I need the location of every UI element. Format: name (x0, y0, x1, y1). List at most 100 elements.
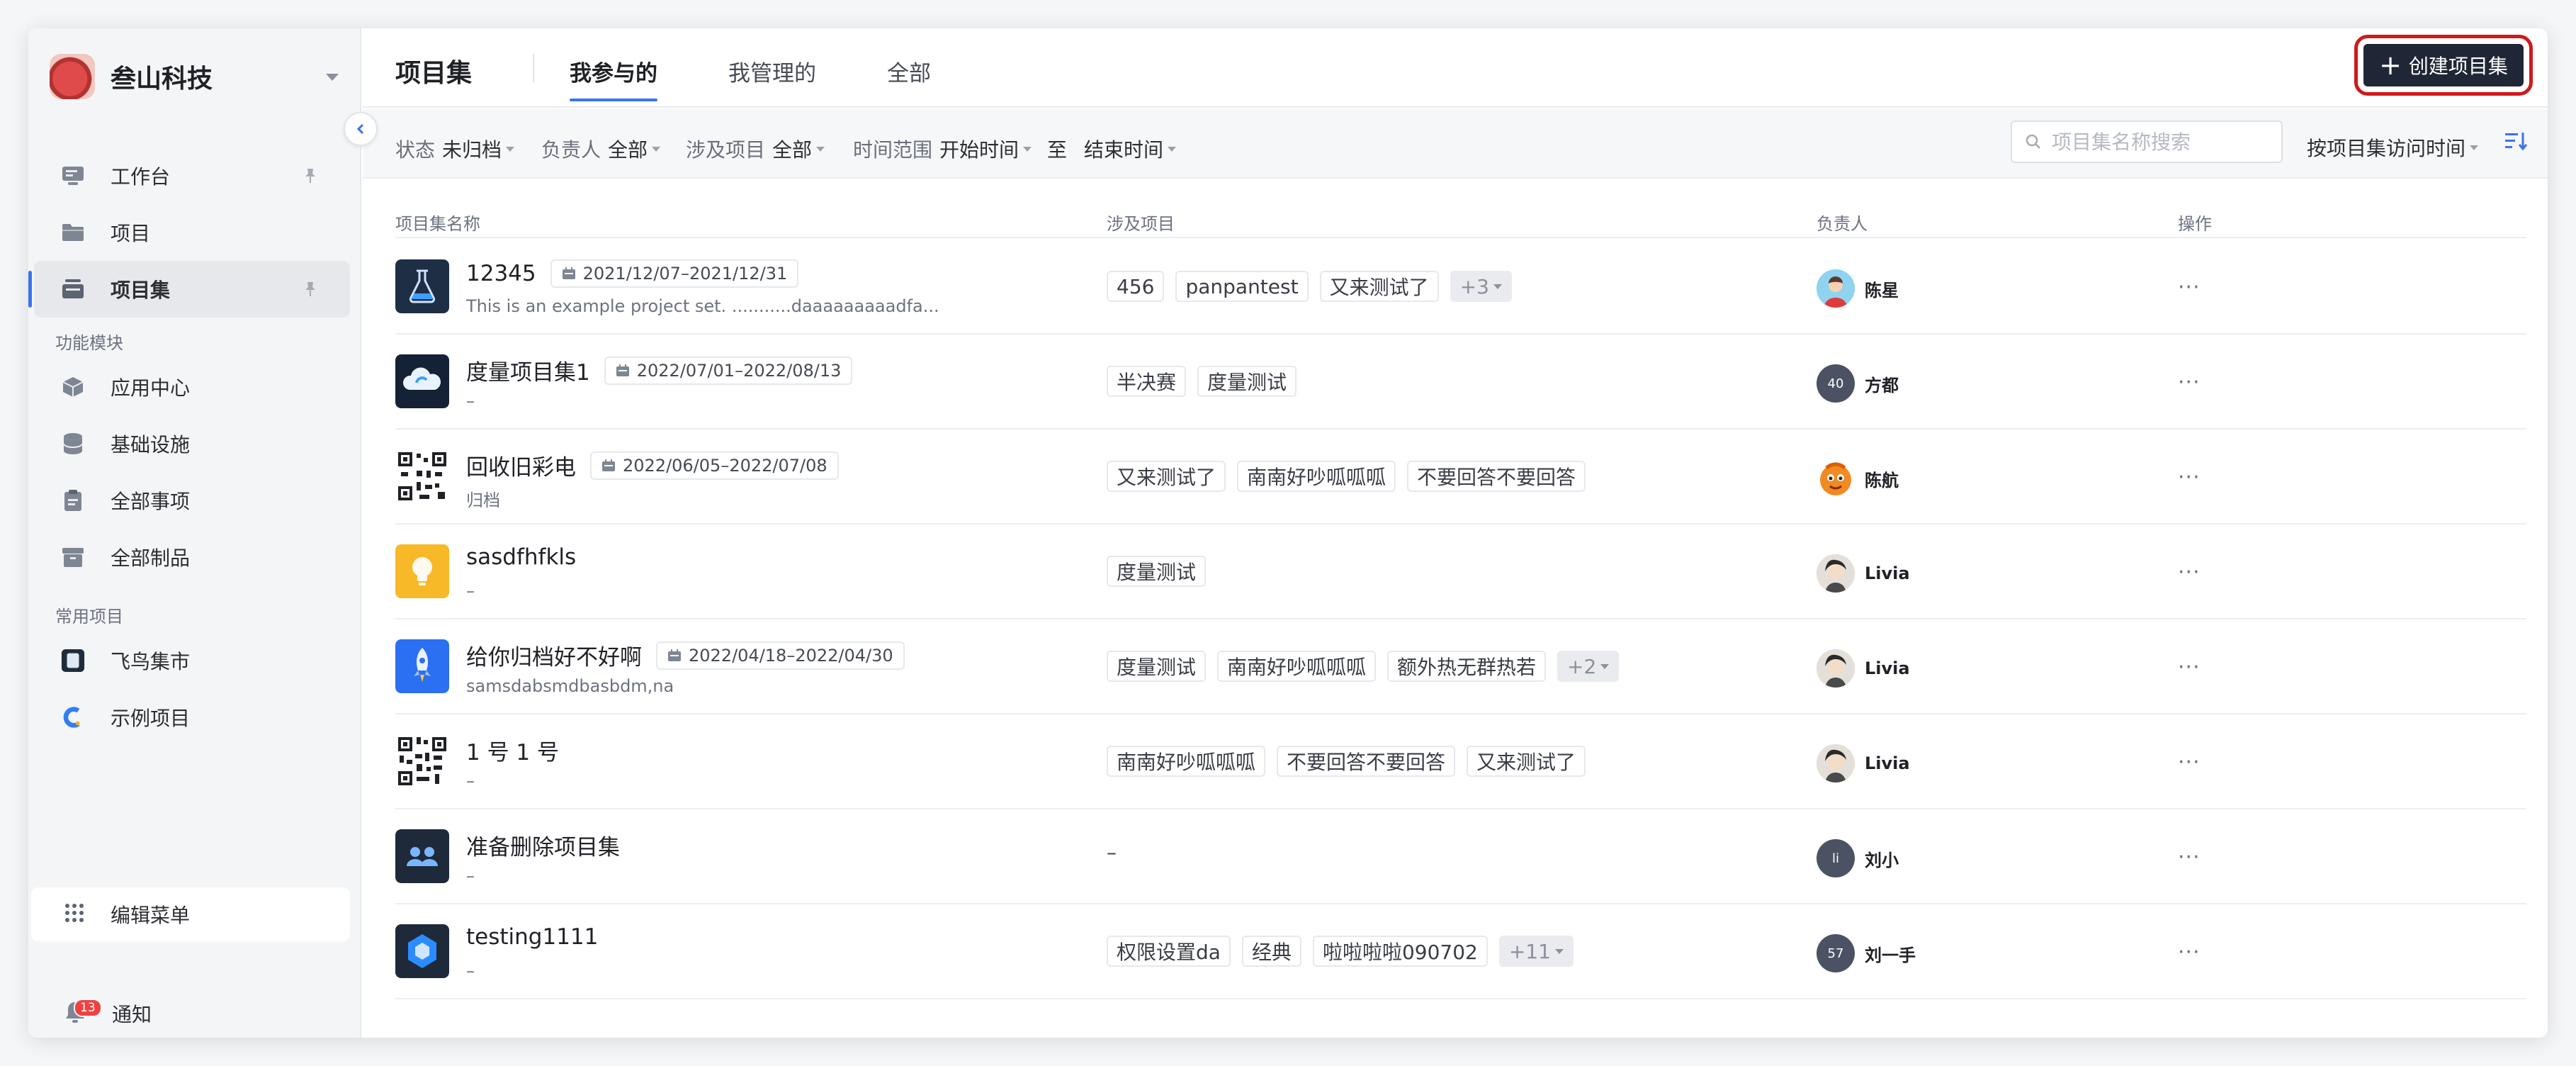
project-tag[interactable]: 经典 (1241, 936, 1301, 967)
owner-name: Livia (1865, 563, 1910, 583)
project-set-name[interactable]: 给你归档好不好啊 2022/04/18–2022/04/30 (466, 639, 905, 671)
more-actions-button[interactable]: ··· (2178, 560, 2201, 585)
cloud-icon (395, 354, 449, 408)
sidebar-item-project-feiniao[interactable]: 飞鸟集市 (34, 632, 350, 689)
more-actions-button[interactable]: ··· (2178, 465, 2201, 490)
table-row[interactable]: 准备删除项目集 – – li 刘小 ··· (395, 809, 2526, 904)
project-tag[interactable]: 不要回答不要回答 (1277, 746, 1456, 777)
project-set-name[interactable]: 1 号 1 号 (466, 734, 559, 766)
project-set-name[interactable]: 12345 2021/12/07–2021/12/31 (466, 259, 799, 288)
avatar (1817, 744, 1855, 782)
create-project-set-button[interactable]: + 创建项目集 (2354, 35, 2533, 96)
sidebar-item-label: 应用中心 (111, 376, 191, 400)
project-tag[interactable]: 又来测试了 (1107, 461, 1226, 492)
caret-down-icon (506, 146, 515, 152)
sidebar-item-all-artifacts[interactable]: 全部制品 (34, 529, 350, 585)
project-set-description: – (466, 866, 475, 886)
more-actions-button[interactable]: ··· (2178, 845, 2201, 870)
project-set-name[interactable]: 度量项目集1 2022/07/01–2022/08/13 (466, 354, 853, 386)
table-row[interactable]: testing1111 – 权限设置da 经典 啦啦啦啦090702 +11 5… (395, 904, 2526, 999)
project-tag[interactable]: 南南好吵呱呱呱 (1107, 746, 1266, 777)
project-set-name[interactable]: testing1111 (466, 924, 598, 950)
sidebar-item-app-center[interactable]: 应用中心 (34, 359, 350, 415)
more-projects-tag[interactable]: +2 (1557, 651, 1620, 682)
project-tag[interactable]: 度量测试 (1107, 651, 1207, 682)
end-time-picker[interactable]: 结束时间 (1084, 135, 1163, 163)
notifications-button[interactable]: 13 通知 (64, 992, 152, 1035)
table-row[interactable]: 给你归档好不好啊 2022/04/18–2022/04/30 samsdabsm… (395, 619, 2526, 714)
more-projects-tag[interactable]: +3 (1450, 271, 1512, 302)
edit-menu-button[interactable]: 编辑菜单 (31, 887, 350, 941)
projects-filter[interactable]: 涉及项目 全部 (686, 135, 825, 163)
project-set-name[interactable]: sasdfhfkls (466, 544, 576, 570)
tab-all[interactable]: 全部 (887, 55, 931, 87)
sort-order-icon[interactable] (2504, 130, 2528, 152)
project-tag[interactable]: 权限设置da (1107, 936, 1231, 967)
sidebar-item-label: 全部制品 (111, 546, 191, 570)
name-text: 1 号 1 号 (466, 740, 560, 765)
owner-name: Livia (1865, 658, 1910, 678)
project-tag[interactable]: panpantest (1175, 271, 1309, 302)
date-range-text: 2022/07/01–2022/08/13 (636, 360, 842, 381)
pin-icon[interactable] (302, 281, 319, 298)
search-box[interactable] (2011, 120, 2283, 163)
workspace-switcher[interactable]: 叁山科技 (50, 54, 361, 99)
more-projects-tag[interactable]: +11 (1498, 936, 1574, 967)
project-set-name[interactable]: 准备删除项目集 (466, 829, 620, 861)
search-input[interactable] (2052, 130, 2264, 154)
owner-filter[interactable]: 负责人 全部 (541, 135, 661, 163)
date-range-text: 2022/04/18–2022/04/30 (689, 645, 893, 666)
project-set-description: – (466, 581, 475, 601)
flask-icon (395, 259, 449, 313)
status-filter[interactable]: 状态 未归档 (395, 135, 515, 163)
more-actions-button[interactable]: ··· (2178, 750, 2201, 775)
more-actions-button[interactable]: ··· (2178, 655, 2201, 680)
project-tag[interactable]: 南南好吵呱呱呱 (1237, 461, 1396, 492)
project-set-name[interactable]: 回收旧彩电 2022/06/05–2022/07/08 (466, 449, 839, 481)
sidebar-item-all-issues[interactable]: 全部事项 (34, 472, 350, 529)
sidebar-item-project-sets[interactable]: 项目集 (28, 261, 350, 318)
search-icon (2026, 134, 2040, 149)
owner: Livia (1817, 554, 1910, 593)
project-tag[interactable]: 不要回答不要回答 (1407, 461, 1586, 492)
caret-down-icon (1554, 948, 1564, 954)
pin-icon[interactable] (302, 167, 319, 184)
table-row[interactable]: 度量项目集1 2022/07/01–2022/08/13 – 半决赛 度量测试 … (395, 335, 2526, 430)
sidebar-item-workbench[interactable]: 工作台 (34, 147, 350, 204)
column-header-actions: 操作 (2178, 214, 2212, 234)
team-icon (395, 829, 449, 883)
section-label-modules: 功能模块 (55, 333, 123, 353)
project-tag[interactable]: 度量测试 (1107, 556, 1207, 587)
project-tag[interactable]: 又来测试了 (1467, 746, 1586, 777)
sidebar-item-projects[interactable]: 项目 (34, 204, 350, 261)
sidebar-item-project-example[interactable]: 示例项目 (34, 689, 350, 746)
project-tag[interactable]: 啦啦啦啦090702 (1312, 936, 1488, 967)
project-tag[interactable]: 南南好吵呱呱呱 (1217, 651, 1377, 682)
grid-icon (64, 902, 85, 926)
more-actions-button[interactable]: ··· (2178, 940, 2201, 965)
page-title: 项目集 (395, 59, 473, 88)
start-time-picker[interactable]: 开始时间 (939, 135, 1019, 163)
project-tag[interactable]: 额外热无群热若 (1387, 651, 1547, 682)
table-row[interactable]: 12345 2021/12/07–2021/12/31 This is an e… (395, 240, 2526, 335)
project-tag[interactable]: 又来测试了 (1319, 271, 1439, 302)
tab-managed[interactable]: 我管理的 (728, 55, 816, 87)
collapse-sidebar-button[interactable] (344, 112, 378, 146)
name-text: 12345 (466, 261, 536, 286)
table-row[interactable]: sasdfhfkls – 度量测试 Livia ··· (395, 524, 2526, 619)
name-text: testing1111 (466, 924, 599, 950)
sidebar-item-infrastructure[interactable]: 基础设施 (34, 415, 350, 472)
more-actions-button[interactable]: ··· (2178, 275, 2201, 300)
more-actions-button[interactable]: ··· (2178, 370, 2201, 395)
edit-menu-label: 编辑菜单 (111, 904, 191, 927)
table-row[interactable]: 回收旧彩电 2022/06/05–2022/07/08 归档 又来测试了 南南好… (395, 430, 2526, 524)
sidebar-item-label: 示例项目 (111, 707, 191, 730)
sort-dropdown[interactable]: 按项目集访问时间 (2307, 133, 2478, 162)
tab-participated[interactable]: 我参与的 (570, 55, 657, 101)
caret-down-icon (1600, 663, 1610, 669)
table-row[interactable]: 1 号 1 号 – 南南好吵呱呱呱 不要回答不要回答 又来测试了 Livia ·… (395, 714, 2526, 809)
project-tag[interactable]: 度量测试 (1197, 366, 1297, 397)
notification-count-badge: 13 (74, 999, 102, 1017)
project-tag[interactable]: 456 (1107, 271, 1165, 302)
project-tag[interactable]: 半决赛 (1107, 366, 1187, 397)
